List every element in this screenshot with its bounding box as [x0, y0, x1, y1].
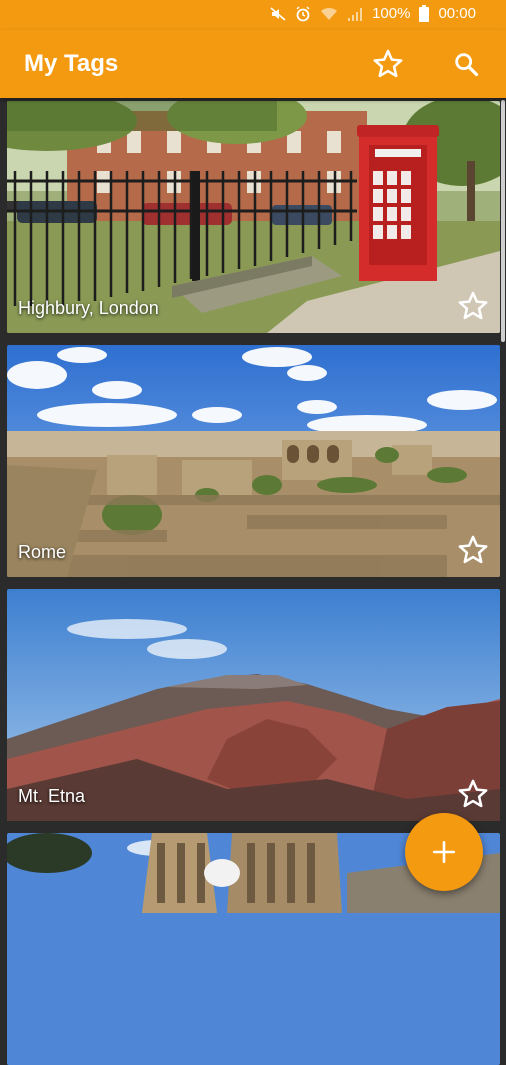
plus-icon: [432, 840, 456, 864]
signal-icon: [348, 7, 363, 21]
star-outline-icon: [373, 49, 403, 78]
page-title: My Tags: [24, 50, 119, 77]
battery-percent: 100%: [372, 5, 411, 22]
status-icons: 100% 00:00: [270, 5, 476, 22]
app-bar: My Tags: [0, 30, 506, 98]
tag-list[interactable]: Highbury, London Rome Mt. Etna: [0, 98, 506, 1065]
favorites-button[interactable]: [370, 46, 406, 82]
add-tag-button[interactable]: [405, 813, 483, 891]
star-outline-icon[interactable]: [456, 533, 490, 567]
tag-label: Rome: [18, 542, 67, 562]
scrollbar[interactable]: [501, 100, 505, 342]
tag-card-mt-etna[interactable]: Mt. Etna: [7, 589, 500, 821]
mute-icon: [270, 6, 286, 21]
wifi-icon: [321, 7, 338, 20]
tag-card-highbury-london[interactable]: Highbury, London: [7, 101, 500, 333]
alarm-icon: [296, 5, 310, 21]
star-outline-icon[interactable]: [456, 289, 490, 323]
tag-label: Mt. Etna: [18, 786, 86, 806]
status-bar: 100% 00:00: [0, 0, 506, 30]
search-icon: [455, 53, 479, 77]
tag-card-rome[interactable]: Rome: [7, 345, 500, 577]
tag-photo: [7, 345, 500, 577]
battery-icon: [419, 5, 430, 22]
star-outline-icon[interactable]: [456, 777, 490, 811]
search-button[interactable]: [448, 46, 484, 82]
tag-label: Highbury, London: [18, 298, 159, 318]
clock: 00:00: [438, 5, 476, 22]
